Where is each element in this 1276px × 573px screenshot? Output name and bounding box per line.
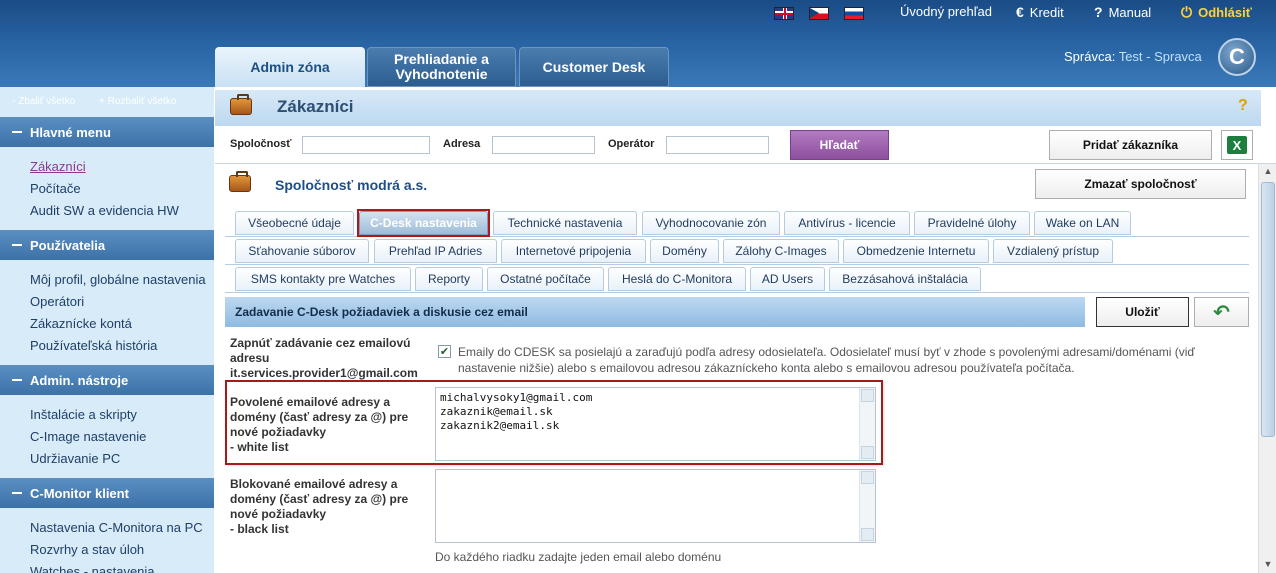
delete-company-button[interactable]: Zmazať spoločnosť <box>1035 169 1246 199</box>
filter-address-label: Adresa <box>443 138 481 150</box>
email-enable-checkbox[interactable]: ✔ <box>438 345 451 358</box>
input-hint: Do každého riadku zadajte jeden email al… <box>435 550 722 564</box>
tab-review[interactable]: Prehliadanie a Vyhodnotenie <box>367 47 516 87</box>
tab-technical[interactable]: Technické nastavenia <box>493 211 637 235</box>
save-button[interactable]: Uložiť <box>1096 297 1189 327</box>
tab-admin-zone[interactable]: Admin zóna <box>215 47 365 87</box>
credit-link[interactable]: € Kredit <box>1016 4 1064 20</box>
sidebar-item-cimage[interactable]: C-Image nastavenie <box>30 429 146 444</box>
tab-remote-access[interactable]: Vzdialený prístup <box>993 239 1113 263</box>
sidebar-section-admin-tools[interactable]: Admin. nástroje <box>0 365 214 395</box>
excel-icon: X <box>1227 136 1247 154</box>
tab-general[interactable]: Všeobecné údaje <box>235 211 354 235</box>
tab-divider <box>225 264 1249 265</box>
tab-ip-addresses[interactable]: Prehľad IP Adries <box>374 239 497 263</box>
briefcase-icon <box>230 94 252 115</box>
tab-customer-desk[interactable]: Customer Desk <box>519 47 669 87</box>
tab-internet-restriction[interactable]: Obmedzenie Internetu <box>843 239 989 263</box>
sidebar-item-profile[interactable]: Môj profil, globálne nastavenia <box>30 272 206 287</box>
tab-cimage-backups[interactable]: Zálohy C-Images <box>723 239 839 263</box>
power-icon: ⏻ <box>1181 4 1193 20</box>
section-header: Zadavanie C-Desk požiadaviek a diskusie … <box>225 297 1085 327</box>
sidebar-item-maintenance[interactable]: Udržiavanie PC <box>30 451 120 466</box>
sidebar-item-audit[interactable]: Audit SW a evidencia HW <box>30 203 179 218</box>
flag-cz-icon[interactable] <box>809 7 829 20</box>
euro-icon: € <box>1016 4 1024 20</box>
scroll-up-icon[interactable]: ▲ <box>1262 166 1274 178</box>
logout-link[interactable]: ⏻ Odhlásiť <box>1181 4 1252 21</box>
company-name: Spoločnosť modrá a.s. <box>275 177 428 193</box>
sidebar-item-customer-accounts[interactable]: Zákaznícke kontá <box>30 316 132 331</box>
back-button[interactable]: ↶ <box>1194 297 1249 327</box>
tab-highlight <box>357 209 490 237</box>
whitelist-highlight <box>225 380 883 465</box>
email-enable-label: Zapnúť zadávanie cez emailovú adresu it.… <box>230 336 418 380</box>
manual-link[interactable]: ? Manual <box>1094 4 1151 20</box>
sidebar-section-main[interactable]: Hlavné menu <box>0 117 214 147</box>
logo-icon: C <box>1218 38 1256 76</box>
scroll-thumb[interactable] <box>1261 182 1275 437</box>
blacklist-scrollbar[interactable] <box>859 470 875 542</box>
tab-cmonitor-passwords[interactable]: Heslá do C-Monitora <box>608 267 746 291</box>
sidebar-item-operators[interactable]: Operátori <box>30 294 84 309</box>
tab-reports[interactable]: Reporty <box>415 267 483 291</box>
tab-sms-contacts[interactable]: SMS kontakty pre Watches <box>235 267 411 291</box>
tab-wake-on-lan[interactable]: Wake on LAN <box>1034 211 1131 235</box>
tab-internet-connections[interactable]: Internetové pripojenia <box>501 239 646 263</box>
title-bar <box>215 90 1261 126</box>
company-briefcase-icon <box>229 171 251 192</box>
tab-divider <box>225 292 1249 293</box>
question-icon: ? <box>1094 4 1103 20</box>
scrollbar[interactable]: ▲ ▼ <box>1258 164 1276 573</box>
sidebar-item-cmonitor-settings[interactable]: Nastavenia C-Monitora na PC <box>30 520 203 535</box>
excel-export-button[interactable]: X <box>1221 130 1253 160</box>
filter-company-label: Spoločnosť <box>230 138 292 150</box>
flag-sk-icon[interactable] <box>844 7 864 20</box>
admin-label: Správca: Test - Spravca <box>1064 49 1202 64</box>
blacklist-textarea[interactable] <box>435 469 876 543</box>
tab-other-computers[interactable]: Ostatné počítače <box>487 267 604 291</box>
admin-user-link[interactable]: Test - Spravca <box>1119 49 1202 64</box>
sidebar-item-watches[interactable]: Watches - nastavenia <box>30 564 155 573</box>
filter-company-input[interactable] <box>302 136 430 154</box>
sidebar-item-schedules[interactable]: Rozvrhy a stav úloh <box>30 542 144 557</box>
page-title: Zákazníci <box>277 97 354 116</box>
sidebar-section-users[interactable]: Používatelia <box>0 230 214 260</box>
sidebar-item-installations[interactable]: Inštalácie a skripty <box>30 407 137 422</box>
help-icon[interactable]: ? <box>1238 97 1248 115</box>
scroll-down-icon[interactable]: ▼ <box>1262 559 1274 571</box>
tab-domains[interactable]: Domény <box>650 239 719 263</box>
blacklist-label: Blokované emailové adresy a domény (časť… <box>230 477 409 536</box>
tab-antivirus[interactable]: Antivírus - licencie <box>784 211 910 235</box>
filter-address-input[interactable] <box>492 136 595 154</box>
tab-regular-tasks[interactable]: Pravidelné úlohy <box>914 211 1030 235</box>
filter-operator-input[interactable] <box>666 136 769 154</box>
add-customer-button[interactable]: Pridať zákazníka <box>1049 130 1212 160</box>
overview-link[interactable]: Úvodný prehľad <box>900 4 992 19</box>
back-arrow-icon: ↶ <box>1213 301 1230 324</box>
flag-uk-icon[interactable] <box>774 7 794 20</box>
expand-all-link[interactable]: + Rozbaliť všetko <box>99 96 176 107</box>
collapse-all-link[interactable]: - Zbaliť všetko <box>12 96 75 107</box>
email-enable-description: Emaily do CDESK sa posielajú a zaraďujú … <box>458 345 1195 375</box>
search-button[interactable]: Hľadať <box>790 130 889 160</box>
tab-downloads[interactable]: Sťahovanie súborov <box>235 239 369 263</box>
sidebar-section-cmonitor[interactable]: C-Monitor klient <box>0 478 214 508</box>
tab-zones[interactable]: Vyhodnocovanie zón <box>642 211 780 235</box>
tab-silent-install[interactable]: Bezzásahová inštalácia <box>829 267 981 291</box>
tab-ad-users[interactable]: AD Users <box>750 267 825 291</box>
filter-operator-label: Operátor <box>608 138 655 150</box>
sidebar-item-user-history[interactable]: Používateľská história <box>30 338 157 353</box>
sidebar-item-customers[interactable]: Zákazníci <box>30 159 86 174</box>
sidebar-item-computers[interactable]: Počítače <box>30 181 81 196</box>
